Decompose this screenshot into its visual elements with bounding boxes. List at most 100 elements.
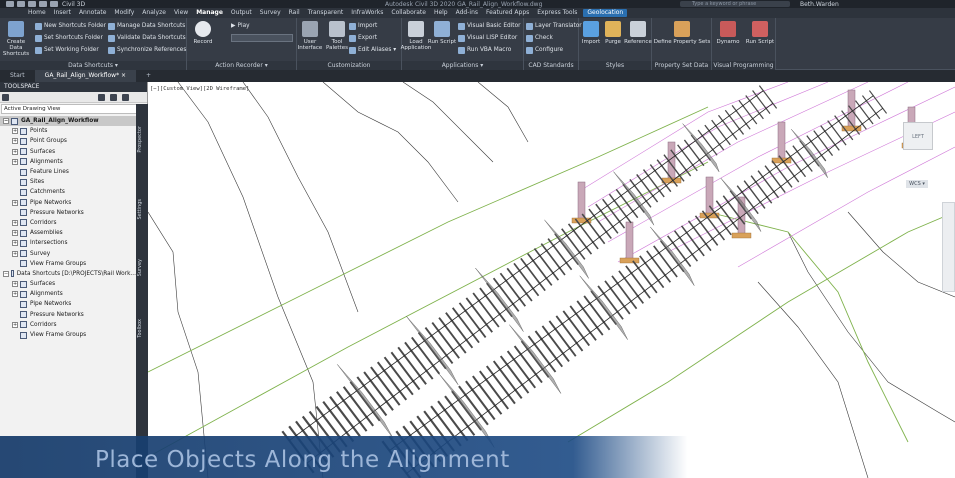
play-button[interactable]: ▶ Play [231, 21, 250, 31]
wcs-menu[interactable]: WCS ▾ [906, 180, 928, 188]
import-button[interactable]: Import [349, 21, 377, 31]
viewcube[interactable]: LEFT [903, 122, 933, 150]
expand-icon[interactable]: + [12, 219, 18, 226]
rail-corridor-model[interactable] [148, 82, 955, 478]
item-view-icon[interactable] [98, 94, 105, 101]
tree-item[interactable]: − GA_Rail_Align_Workflow [0, 116, 136, 127]
visual-basic-editor-button[interactable]: Visual Basic Editor [458, 21, 521, 31]
macro-dropdown[interactable] [231, 34, 293, 42]
tab-transparent[interactable]: Transparent [304, 8, 348, 18]
set-working-folder-button[interactable]: Set Working Folder [35, 45, 99, 55]
new-shortcuts-folder-button[interactable]: New Shortcuts Folder [35, 21, 106, 31]
run-script-button[interactable]: Run Script [427, 21, 457, 45]
app-menu-icon[interactable] [6, 1, 14, 7]
tab-rail[interactable]: Rail [285, 8, 304, 18]
panel-title[interactable]: Customization [297, 61, 401, 70]
tab-output[interactable]: Output [227, 8, 256, 18]
tab-infraworks[interactable]: InfraWorks [347, 8, 387, 18]
tree-item[interactable]: + Alignments [0, 157, 136, 167]
tree-item[interactable]: + Survey [0, 248, 136, 258]
tab-insert[interactable]: Insert [50, 8, 75, 18]
view-controls-label[interactable]: [−][Custom View][2D Wireframe] [150, 86, 249, 92]
tree-item[interactable]: Pressure Networks [0, 310, 136, 320]
tab-collaborate[interactable]: Collaborate [387, 8, 430, 18]
tree-item[interactable]: − Data Shortcuts [D:\PROJECTS\Rail Work..… [0, 269, 136, 279]
synchronize-references-button[interactable]: Synchronize References [108, 45, 186, 55]
tree-item[interactable]: + Point Groups [0, 136, 136, 146]
expand-icon[interactable]: + [12, 230, 18, 237]
tree-item[interactable]: + Assemblies [0, 228, 136, 238]
expand-icon[interactable]: + [12, 148, 18, 155]
manage-data-shortcuts-button[interactable]: Manage Data Shortcuts [108, 21, 185, 31]
tab-settings[interactable]: Settings [137, 199, 147, 220]
undo-icon[interactable] [39, 1, 47, 7]
tab-express-tools[interactable]: Express Tools [533, 8, 581, 18]
expand-icon[interactable]: + [12, 250, 18, 257]
tree-item[interactable]: + Points [0, 126, 136, 136]
collapse-icon[interactable]: − [3, 118, 9, 125]
tree-item[interactable]: + Corridors [0, 218, 136, 228]
tab-analyze[interactable]: Analyze [138, 8, 170, 18]
tab-home[interactable]: Home [24, 8, 50, 18]
expand-icon[interactable]: + [12, 138, 18, 145]
tab-help[interactable]: Help [430, 8, 452, 18]
expand-icon[interactable]: + [12, 199, 18, 206]
tab-annotate[interactable]: Annotate [75, 8, 110, 18]
search-input[interactable]: Type a keyword or phrase [680, 1, 790, 7]
panel-title[interactable]: Action Recorder ▾ [187, 61, 296, 70]
create-data-shortcuts-button[interactable]: Create Data Shortcuts [0, 21, 32, 57]
panel-title[interactable]: Visual Programming [712, 61, 775, 70]
redo-icon[interactable] [50, 1, 58, 7]
run-dynamo-script-button[interactable]: Run Script [744, 21, 776, 45]
validate-data-shortcuts-button[interactable]: Validate Data Shortcuts [108, 33, 186, 43]
panel-title[interactable]: CAD Standards [524, 61, 578, 70]
expand-icon[interactable]: + [12, 321, 18, 328]
tab-start[interactable]: Start [0, 70, 35, 82]
tree-item[interactable]: + Intersections [0, 238, 136, 248]
tab-featured-apps[interactable]: Featured Apps [482, 8, 533, 18]
tree-item[interactable]: Feature Lines [0, 167, 136, 177]
define-property-sets-button[interactable]: Define Property Sets [652, 21, 712, 45]
menu-icon[interactable] [2, 94, 9, 101]
tree-item[interactable]: View Frame Groups [0, 259, 136, 269]
help-icon[interactable] [122, 94, 129, 101]
tab-toolbox[interactable]: Toolbox [137, 319, 147, 338]
check-button[interactable]: Check [526, 33, 553, 43]
tab-geolocation[interactable]: Geolocation [583, 9, 628, 17]
tree-item[interactable]: + Pipe Networks [0, 198, 136, 208]
tree-item[interactable]: + Surfaces [0, 279, 136, 289]
tree-item[interactable]: + Surfaces [0, 147, 136, 157]
set-shortcuts-folder-button[interactable]: Set Shortcuts Folder [35, 33, 103, 43]
expand-icon[interactable]: + [12, 291, 18, 298]
purge-button[interactable]: Purge [601, 21, 625, 45]
visual-lisp-editor-button[interactable]: Visual LISP Editor [458, 33, 517, 43]
configure-button[interactable]: Configure [526, 45, 563, 55]
workspace-selector[interactable]: Civil 3D [62, 1, 85, 8]
record-button[interactable]: Record [187, 21, 219, 45]
panel-title[interactable]: Applications ▾ [402, 61, 523, 70]
expand-icon[interactable]: + [12, 281, 18, 288]
expand-icon[interactable]: + [12, 240, 18, 247]
layer-translator-button[interactable]: Layer Translator [526, 21, 582, 31]
run-vba-macro-button[interactable]: Run VBA Macro [458, 45, 511, 55]
styles-import-button[interactable]: Import [579, 21, 603, 45]
toolspace-header[interactable]: TOOLSPACE [0, 82, 147, 92]
tab-manage[interactable]: Manage [192, 8, 227, 18]
panel-title[interactable]: Property Set Data [652, 61, 711, 70]
collapse-icon[interactable]: − [3, 270, 9, 277]
navigation-bar[interactable] [942, 202, 955, 292]
drawing-viewport[interactable]: [−][Custom View][2D Wireframe] LEFT WCS … [148, 82, 955, 478]
tab-prospector[interactable]: Prospector [137, 126, 147, 153]
tree-item[interactable]: View Frame Groups [0, 330, 136, 340]
tab-modify[interactable]: Modify [110, 8, 138, 18]
reference-button[interactable]: Reference [623, 21, 653, 45]
panel-title[interactable]: Data Shortcuts ▾ [0, 61, 186, 70]
tab-survey[interactable]: Survey [137, 259, 147, 276]
tree-item[interactable]: Catchments [0, 187, 136, 197]
expand-icon[interactable]: + [12, 128, 18, 135]
panel-title[interactable]: Styles [579, 61, 651, 70]
tab-drawing[interactable]: GA_Rail_Align_Workflow* × [34, 70, 137, 82]
dynamo-button[interactable]: Dynamo [713, 21, 743, 45]
drawing-view-select[interactable]: Active Drawing View [1, 104, 146, 114]
tab-view[interactable]: View [170, 8, 192, 18]
